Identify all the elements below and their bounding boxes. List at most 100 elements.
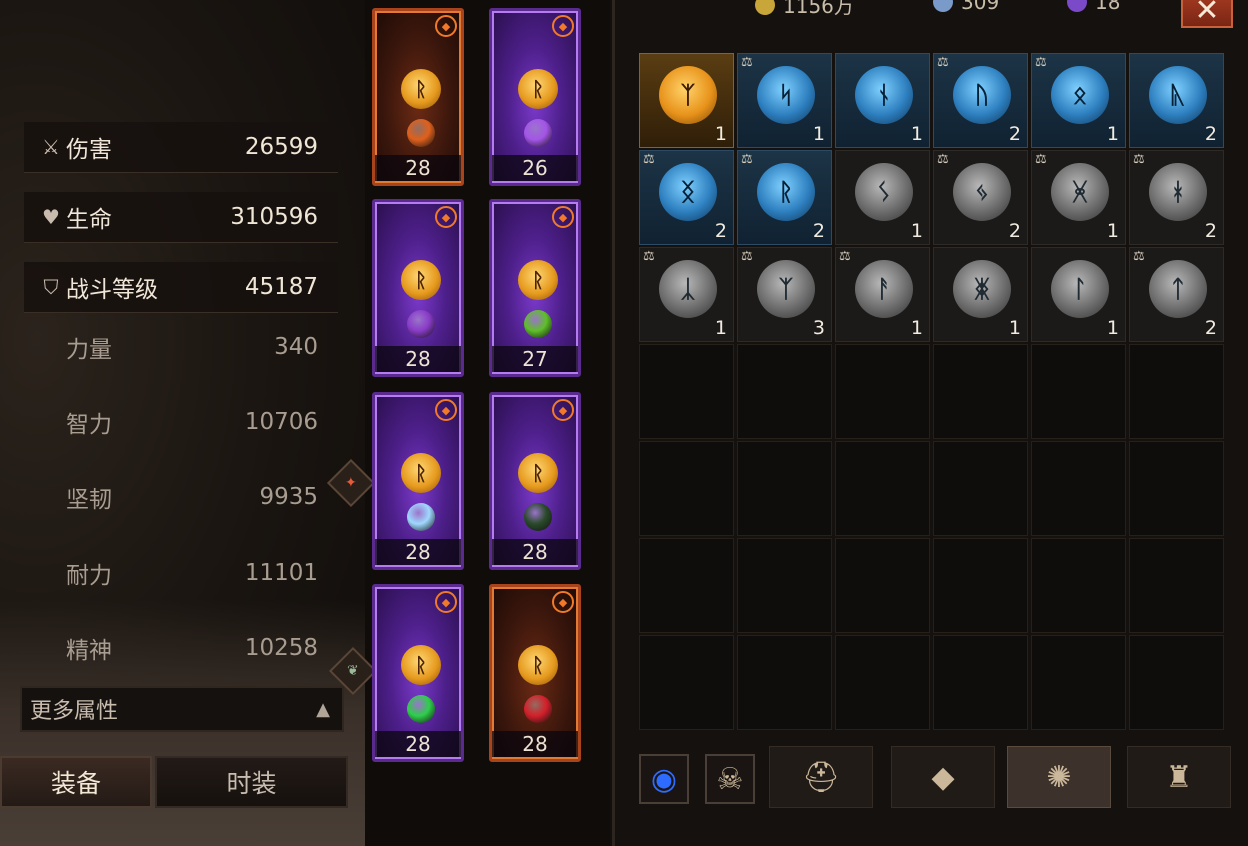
rune-slot[interactable]: ᛋ ⚖ 1 bbox=[737, 53, 832, 148]
empty-slot[interactable] bbox=[639, 635, 734, 730]
empty-slot[interactable] bbox=[639, 441, 734, 536]
rune-icon: ᚣ bbox=[1149, 66, 1207, 124]
rune-slot[interactable]: ᚼ ⚖ 2 bbox=[1129, 150, 1224, 245]
rune-slot[interactable]: ᛟ ⚖ 1 bbox=[1031, 53, 1126, 148]
rune-slot[interactable]: ᚣ2 bbox=[1129, 53, 1224, 148]
rune-slot[interactable]: ᛏ ⚖ 2 bbox=[1129, 247, 1224, 342]
rune-icon: ᛉ bbox=[757, 260, 815, 318]
empty-slot[interactable] bbox=[835, 635, 930, 730]
bound-scale-icon: ⚖ bbox=[643, 249, 655, 264]
rune-slot[interactable]: ᛉ ⚖ 3 bbox=[737, 247, 832, 342]
close-button[interactable]: ✕ bbox=[1181, 0, 1233, 28]
empty-slot[interactable] bbox=[1031, 344, 1126, 439]
equipment-slot-1[interactable]: ◆ ᚱ 26 bbox=[489, 8, 581, 186]
rune-count: 1 bbox=[1106, 123, 1119, 145]
stat-label: 耐力 bbox=[66, 563, 112, 589]
gold-rune-icon: ᚱ bbox=[518, 453, 558, 493]
equipment-slot-0[interactable]: ◆ ᚱ 28 bbox=[372, 8, 464, 186]
tab-equipment[interactable]: 装备 bbox=[0, 756, 152, 808]
equipment-slot-3[interactable]: ◆ ᚱ 27 bbox=[489, 199, 581, 377]
equipment-slot-2[interactable]: ◆ ᚱ 28 bbox=[372, 199, 464, 377]
rune-icon: ᚨ bbox=[855, 260, 913, 318]
stat-label: 伤害 bbox=[66, 137, 112, 163]
equipment-slot-7[interactable]: ◆ ᚱ 28 bbox=[489, 584, 581, 762]
quality-badge-icon: ◆ bbox=[435, 591, 457, 613]
more-attributes-label: 更多属性 bbox=[30, 699, 119, 724]
rune-swirl-icon: ✺ bbox=[1046, 759, 1072, 795]
socket-gem-icon bbox=[524, 310, 552, 338]
inventory-tab-4[interactable]: ✺ bbox=[1007, 746, 1111, 808]
empty-slot[interactable] bbox=[1129, 344, 1224, 439]
rune-slot[interactable]: ᛝ ⚖ 2 bbox=[639, 150, 734, 245]
bound-scale-icon: ⚖ bbox=[741, 55, 753, 70]
equipment-level: 28 bbox=[492, 539, 578, 565]
stat-label: 坚韧 bbox=[66, 487, 112, 513]
blue-gem-icon: ◉ bbox=[650, 761, 678, 797]
inventory-tab-2[interactable]: ⛑ bbox=[769, 746, 873, 808]
socket-gem-icon bbox=[524, 695, 552, 723]
inventory-tab-1[interactable]: ☠ bbox=[705, 754, 755, 804]
gold-rune-icon: ᚱ bbox=[401, 453, 441, 493]
bound-scale-icon: ⚖ bbox=[1035, 55, 1047, 70]
stat-row-minor-4: 精神 10258 bbox=[24, 623, 338, 673]
empty-slot[interactable] bbox=[737, 344, 832, 439]
empty-slot[interactable] bbox=[933, 441, 1028, 536]
inventory-tab-3[interactable]: ◆ bbox=[891, 746, 995, 808]
rune-icon: ᛏ bbox=[1149, 260, 1207, 318]
empty-slot[interactable] bbox=[835, 538, 930, 633]
socket-gem-icon bbox=[407, 310, 435, 338]
empty-slot[interactable] bbox=[639, 538, 734, 633]
stat-value: 310596 bbox=[230, 204, 318, 230]
rune-icon: ᛣ bbox=[659, 260, 717, 318]
empty-slot[interactable] bbox=[933, 538, 1028, 633]
rune-slot[interactable]: ᚸ ⚖ 1 bbox=[1031, 150, 1126, 245]
more-attributes-button[interactable]: 更多属性 ▲ bbox=[20, 686, 344, 732]
bound-scale-icon: ⚖ bbox=[643, 152, 655, 167]
rune-slot[interactable]: ᛊ1 bbox=[835, 150, 930, 245]
stat-value: 45187 bbox=[244, 274, 318, 300]
empty-slot[interactable] bbox=[737, 538, 832, 633]
empty-slot[interactable] bbox=[835, 441, 930, 536]
empty-slot[interactable] bbox=[1129, 635, 1224, 730]
rune-slot[interactable]: ᛃ ⚖ 2 bbox=[933, 150, 1028, 245]
empty-slot[interactable] bbox=[1031, 635, 1126, 730]
equipment-level: 28 bbox=[492, 731, 578, 757]
empty-slot[interactable] bbox=[737, 441, 832, 536]
stat-row-minor-1: 智力 10706 bbox=[24, 397, 338, 447]
rune-slot[interactable]: ᛤ1 bbox=[933, 247, 1028, 342]
empty-slot[interactable] bbox=[1129, 538, 1224, 633]
empty-slot[interactable] bbox=[1031, 538, 1126, 633]
stat-label: 力量 bbox=[66, 337, 112, 363]
tab-fashion[interactable]: 时装 bbox=[155, 756, 348, 808]
quality-badge-icon: ◆ bbox=[552, 15, 574, 37]
rune-slot[interactable]: ᚨ ⚖ 1 bbox=[835, 247, 930, 342]
loot-bag-icon: ♜ bbox=[1165, 759, 1193, 795]
rune-count: 1 bbox=[714, 317, 727, 339]
equipment-slot-6[interactable]: ◆ ᚱ 28 bbox=[372, 584, 464, 762]
quality-badge-icon: ◆ bbox=[435, 399, 457, 421]
inventory-tab-0[interactable]: ◉ bbox=[639, 754, 689, 804]
empty-slot[interactable] bbox=[1129, 441, 1224, 536]
empty-slot[interactable] bbox=[835, 344, 930, 439]
empty-slot[interactable] bbox=[933, 635, 1028, 730]
equipment-slot-5[interactable]: ◆ ᚱ 28 bbox=[489, 392, 581, 570]
equipment-level: 28 bbox=[375, 155, 461, 181]
bound-scale-icon: ⚖ bbox=[937, 152, 949, 167]
rune-slot[interactable]: ᛉ1 bbox=[639, 53, 734, 148]
inventory-tab-5[interactable]: ♜ bbox=[1127, 746, 1231, 808]
equipment-slot-4[interactable]: ◆ ᚱ 28 bbox=[372, 392, 464, 570]
empty-slot[interactable] bbox=[1031, 441, 1126, 536]
currency-bar: 1156万 309 18 bbox=[615, 0, 1248, 20]
gold-rune-icon: ᚱ bbox=[518, 645, 558, 685]
rune-slot[interactable]: ᚾ1 bbox=[835, 53, 930, 148]
rune-slot[interactable]: ᛣ ⚖ 1 bbox=[639, 247, 734, 342]
rune-slot[interactable]: ᛚ1 bbox=[1031, 247, 1126, 342]
rune-slot[interactable]: ᚱ ⚖ 2 bbox=[737, 150, 832, 245]
stat-label: 生命 bbox=[66, 207, 112, 233]
rune-count: 1 bbox=[1008, 317, 1021, 339]
empty-slot[interactable] bbox=[933, 344, 1028, 439]
rune-slot[interactable]: ᚢ ⚖ 2 bbox=[933, 53, 1028, 148]
empty-slot[interactable] bbox=[737, 635, 832, 730]
empty-slot[interactable] bbox=[639, 344, 734, 439]
demon-skull-icon: ☠ bbox=[716, 761, 744, 797]
